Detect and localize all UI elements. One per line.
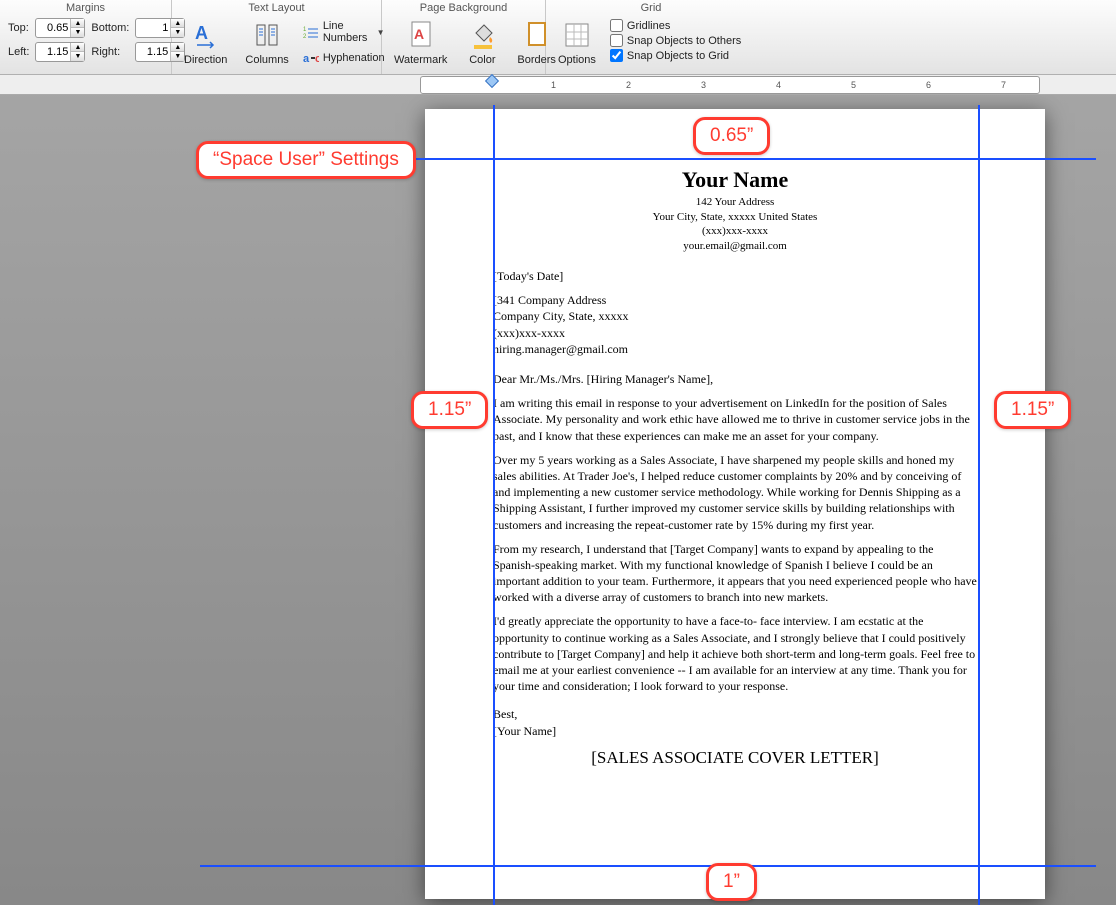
input-bottom[interactable]: [136, 22, 170, 34]
options-button[interactable]: Options: [554, 18, 600, 66]
callout-bottom: 1”: [706, 863, 757, 901]
line-date: [Today's Date]: [493, 268, 977, 284]
para-3: From my research, I understand that [Tar…: [493, 541, 977, 606]
group-page-background: Page Background A Watermark Color Border…: [382, 0, 546, 74]
cover-title: [SALES ASSOCIATE COVER LETTER]: [493, 747, 977, 770]
hyphenation-icon: ac: [303, 50, 319, 66]
callout-left: 1.15”: [411, 391, 488, 429]
guide-left-margin: [493, 105, 495, 905]
applicant-address2: Your City, State, xxxxx United States: [493, 210, 977, 225]
callout-right: 1.15”: [994, 391, 1071, 429]
paint-bucket-icon: [465, 18, 499, 52]
watermark-icon: A: [404, 18, 438, 52]
columns-button[interactable]: Columns: [241, 18, 292, 66]
group-text-layout: Text Layout A Direction Columns 12: [172, 0, 382, 74]
input-top[interactable]: [36, 22, 70, 34]
input-right[interactable]: [136, 46, 170, 58]
label-left: Left:: [8, 46, 29, 58]
direction-icon: A: [189, 18, 223, 52]
page-1[interactable]: Your Name 142 Your Address Your City, St…: [425, 109, 1045, 899]
grid-icon: [560, 18, 594, 52]
down-icon[interactable]: ▼: [70, 52, 84, 61]
hyphenation-button[interactable]: ac Hyphenation: [303, 48, 385, 68]
svg-text:A: A: [195, 23, 208, 43]
applicant-address1: 142 Your Address: [493, 195, 977, 210]
spinner-left[interactable]: ▲▼: [35, 42, 85, 62]
svg-text:c: c: [315, 53, 319, 65]
columns-icon: [250, 18, 284, 52]
group-grid: Grid Options Gridlines Snap Objects to O…: [546, 0, 756, 74]
direction-button[interactable]: A Direction: [180, 18, 231, 66]
closing: Best,: [493, 706, 977, 722]
snap-grid-checkbox[interactable]: Snap Objects to Grid: [610, 48, 741, 63]
signature: [Your Name]: [493, 723, 977, 739]
callout-space-user: “Space User” Settings: [196, 141, 416, 179]
gridlines-checkbox[interactable]: Gridlines: [610, 18, 741, 33]
horizontal-ruler[interactable]: 1 2 3 4 5 6 7: [420, 76, 1040, 94]
group-title-bg: Page Background: [382, 2, 545, 14]
line-numbers-button[interactable]: 12 Line Numbers ▼: [303, 18, 385, 46]
group-title-text: Text Layout: [172, 2, 381, 14]
applicant-name: Your Name: [493, 165, 977, 195]
indent-marker-icon[interactable]: [485, 74, 499, 88]
applicant-phone: (xxx)xxx-xxxx: [493, 224, 977, 239]
up-icon[interactable]: ▲: [70, 19, 84, 28]
guide-right-margin: [978, 105, 980, 905]
label-bottom: Bottom:: [91, 22, 129, 34]
para-2: Over my 5 years working as a Sales Assoc…: [493, 452, 977, 533]
document-body[interactable]: Your Name 142 Your Address Your City, St…: [493, 165, 977, 770]
color-button[interactable]: Color: [461, 18, 503, 66]
group-margins: Margins Top: ▲▼ Bottom: ▲▼ Left: ▲▼ Rig: [0, 0, 172, 74]
salutation: Dear Mr./Ms./Mrs. [Hiring Manager's Name…: [493, 371, 977, 387]
para-1: I am writing this email in response to y…: [493, 395, 977, 444]
layout-ribbon: Margins Top: ▲▼ Bottom: ▲▼ Left: ▲▼ Rig: [0, 0, 1116, 75]
up-icon[interactable]: ▲: [70, 43, 84, 52]
line-numbers-icon: 12: [303, 24, 319, 40]
applicant-email: your.email@gmail.com: [493, 239, 977, 254]
line-comp-phone: (xxx)xxx-xxxx: [493, 325, 977, 341]
line-comp-addr: [341 Company Address: [493, 292, 977, 308]
group-title-margins: Margins: [0, 2, 171, 14]
group-title-grid: Grid: [546, 2, 756, 14]
svg-text:A: A: [414, 26, 424, 42]
svg-text:a: a: [303, 53, 310, 65]
svg-text:1: 1: [303, 27, 307, 33]
snap-others-checkbox[interactable]: Snap Objects to Others: [610, 33, 741, 48]
label-right: Right:: [91, 46, 129, 58]
document-canvas: Your Name 142 Your Address Your City, St…: [0, 95, 1116, 905]
svg-text:2: 2: [303, 34, 307, 40]
para-4: I'd greatly appreciate the opportunity t…: [493, 613, 977, 694]
guide-bottom-margin: [200, 865, 1096, 867]
label-top: Top:: [8, 22, 29, 34]
watermark-button[interactable]: A Watermark: [390, 18, 451, 66]
spinner-top[interactable]: ▲▼: [35, 18, 85, 38]
ruler-bar: 1 2 3 4 5 6 7: [0, 75, 1116, 95]
callout-top: 0.65”: [693, 117, 770, 155]
line-comp-email: hiring.manager@gmail.com: [493, 341, 977, 357]
down-icon[interactable]: ▼: [70, 28, 84, 37]
input-left[interactable]: [36, 46, 70, 58]
line-comp-city: Company City, State, xxxxx: [493, 308, 977, 324]
